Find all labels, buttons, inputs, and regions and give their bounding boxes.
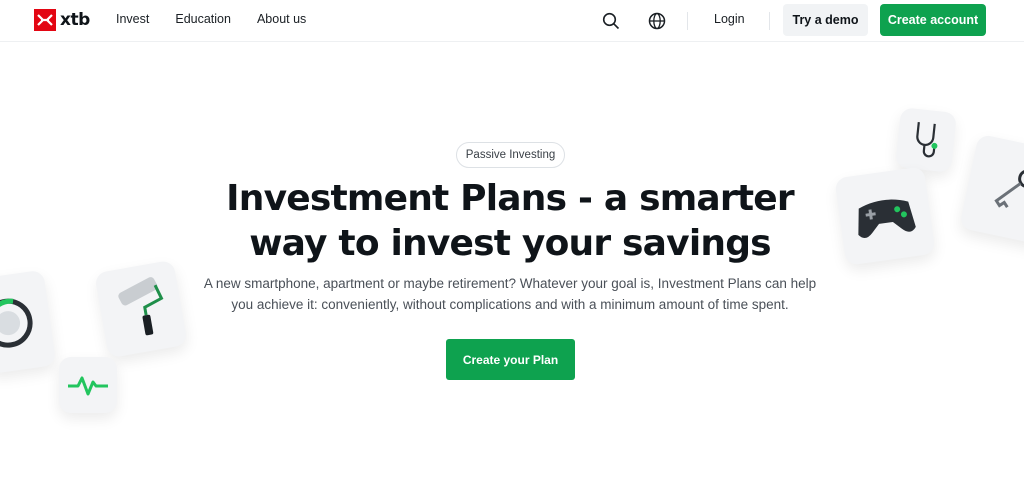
description-line-1: A new smartphone, apartment or maybe ret… <box>203 276 817 291</box>
gamepad-icon <box>834 166 936 266</box>
login-link[interactable]: Login <box>714 12 745 26</box>
create-account-button[interactable]: Create account <box>880 4 986 36</box>
create-your-plan-button[interactable]: Create your Plan <box>446 339 575 380</box>
nav-item-about-us[interactable]: About us <box>257 12 306 26</box>
description-line-2: you achieve it: conveniently, without co… <box>231 297 789 312</box>
try-demo-button[interactable]: Try a demo <box>783 4 868 36</box>
passive-investing-badge: Passive Investing <box>456 142 565 168</box>
keys-icon <box>959 133 1024 247</box>
heartbeat-icon <box>59 357 117 413</box>
header-divider <box>687 12 688 30</box>
xtb-logo[interactable]: xtb <box>34 9 90 31</box>
search-icon[interactable] <box>599 9 623 33</box>
nav-item-invest[interactable]: Invest <box>116 12 149 26</box>
globe-icon[interactable] <box>645 9 669 33</box>
hero-description: A new smartphone, apartment or maybe ret… <box>190 273 830 315</box>
main-nav: Invest Education About us <box>116 12 306 26</box>
logo-text: xtb <box>60 10 90 30</box>
header-divider <box>769 12 770 30</box>
title-line-1: Investment Plans - a smarter <box>226 178 795 219</box>
dial-icon <box>0 269 57 375</box>
stethoscope-icon <box>895 107 957 173</box>
title-line-2: way to invest your savings <box>249 223 771 264</box>
nav-item-education[interactable]: Education <box>175 12 231 26</box>
page-title: Investment Plans - a smarter way to inve… <box>150 176 870 266</box>
top-navbar: xtb Invest Education About us Login Try … <box>0 0 1024 42</box>
xtb-logo-mark-icon <box>34 9 56 31</box>
paint-roller-icon <box>94 259 188 359</box>
